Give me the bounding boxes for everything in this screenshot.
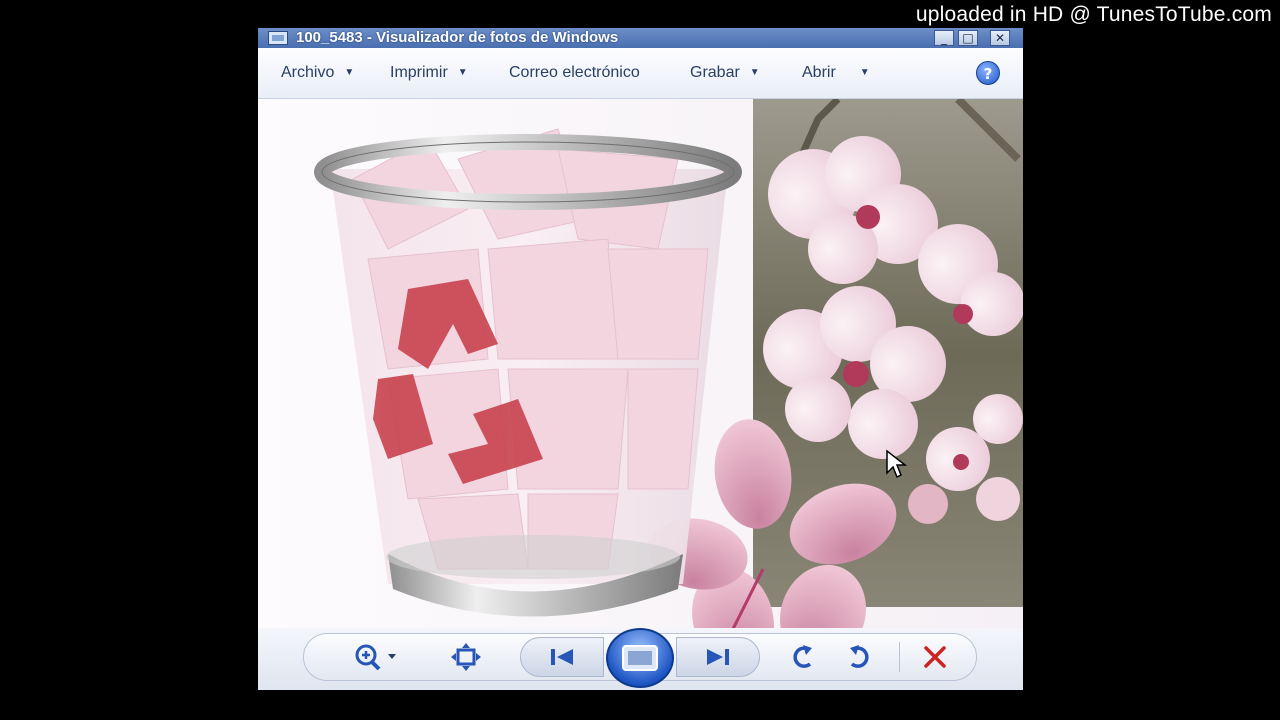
title-bar[interactable]: 100_5483 - Visualizador de fotos de Wind… <box>258 28 1023 48</box>
menu-abrir[interactable]: Abrir ▼ <box>802 64 870 82</box>
app-icon <box>268 31 288 45</box>
menu-imprimir-label: Imprimir <box>390 64 448 81</box>
menu-correo[interactable]: Correo electrónico <box>509 64 640 82</box>
menu-grabar[interactable]: Grabar ▼ <box>690 64 760 82</box>
rotate-left-button[interactable] <box>786 642 820 672</box>
zoom-icon <box>355 644 396 671</box>
next-icon <box>707 649 729 665</box>
delete-button[interactable] <box>918 642 952 672</box>
zoom-button[interactable] <box>350 642 402 672</box>
delete-icon <box>924 646 946 668</box>
photo-image <box>258 96 1023 671</box>
close-button[interactable]: ✕ <box>990 30 1010 46</box>
fit-to-window-icon <box>451 643 481 671</box>
menu-archivo[interactable]: Archivo ▼ <box>281 64 354 82</box>
menu-grabar-label: Grabar <box>690 64 740 81</box>
next-button[interactable] <box>676 637 760 677</box>
previous-icon <box>551 649 573 665</box>
chevron-down-icon: ▼ <box>749 67 760 79</box>
control-bar <box>258 628 1023 690</box>
chevron-down-icon: ▼ <box>859 67 870 79</box>
fit-to-window-button[interactable] <box>448 642 484 672</box>
photo-viewer-window: 100_5483 - Visualizador de fotos de Wind… <box>258 28 1023 690</box>
chevron-down-icon: ▼ <box>457 67 468 79</box>
photo-canvas <box>258 96 1023 671</box>
chevron-down-icon: ▼ <box>344 67 355 79</box>
previous-button[interactable] <box>520 637 604 677</box>
mouse-cursor-icon <box>886 449 908 479</box>
menu-correo-label: Correo electrónico <box>509 64 640 81</box>
menu-archivo-label: Archivo <box>281 64 335 81</box>
maximize-button[interactable]: □ <box>958 30 978 46</box>
rotate-right-icon <box>850 645 869 668</box>
menu-bar: Archivo ▼ Imprimir ▼ Correo electrónico Gr… <box>258 48 1023 99</box>
help-icon[interactable]: ? <box>976 61 1000 85</box>
rotate-left-icon <box>793 645 812 668</box>
slideshow-icon <box>622 645 658 671</box>
menu-abrir-label: Abrir <box>802 64 836 81</box>
menu-imprimir[interactable]: Imprimir ▼ <box>390 64 468 82</box>
rotate-right-button[interactable] <box>842 642 876 672</box>
slideshow-button[interactable] <box>606 628 674 688</box>
minimize-button[interactable]: _ <box>934 30 954 46</box>
window-title: 100_5483 - Visualizador de fotos de Wind… <box>296 29 619 46</box>
watermark-text: uploaded in HD @ TunesToTube.com <box>915 3 1272 26</box>
control-divider <box>899 642 900 672</box>
